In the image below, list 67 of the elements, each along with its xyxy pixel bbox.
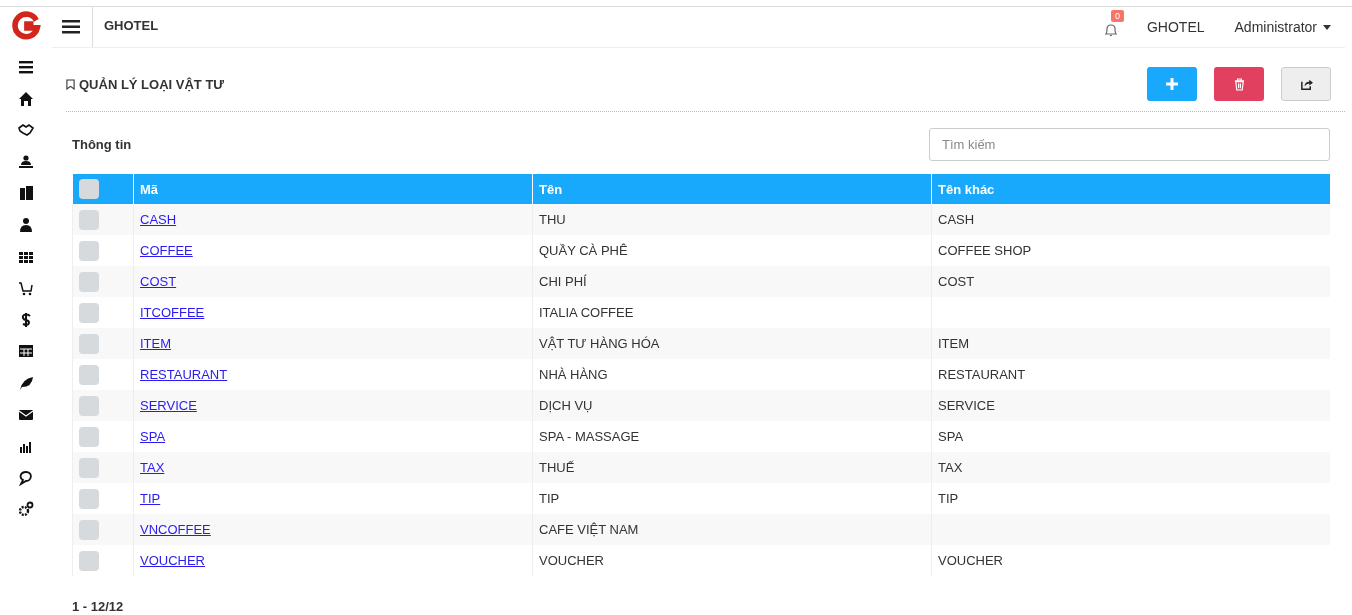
row-checkbox[interactable] bbox=[79, 488, 99, 509]
user-menu[interactable]: Administrator bbox=[1234, 19, 1345, 35]
panel-title: Thông tin bbox=[72, 137, 132, 152]
logo-icon[interactable] bbox=[11, 11, 41, 41]
notification-badge: 0 bbox=[1110, 9, 1124, 22]
code-link[interactable]: CASH bbox=[140, 212, 177, 227]
row-checkbox[interactable] bbox=[79, 271, 99, 292]
trash-icon bbox=[1233, 77, 1245, 91]
export-button[interactable] bbox=[1281, 67, 1331, 101]
table-cell: COST bbox=[931, 266, 1330, 297]
code-link[interactable]: RESTAURANT bbox=[140, 367, 228, 382]
chat-icon[interactable] bbox=[18, 469, 34, 486]
code-link[interactable]: ITEM bbox=[140, 336, 172, 351]
table-icon[interactable] bbox=[18, 343, 34, 360]
row-checkbox[interactable] bbox=[79, 364, 99, 385]
table-cell: VẬT TƯ HÀNG HÓA bbox=[532, 328, 932, 359]
app-name: GHOTEL bbox=[92, 7, 159, 47]
bookmark-icon bbox=[66, 78, 75, 90]
person-icon[interactable] bbox=[18, 216, 34, 233]
delete-button[interactable] bbox=[1214, 67, 1264, 101]
plus-icon bbox=[1166, 78, 1178, 90]
person-desk-icon[interactable] bbox=[18, 153, 34, 170]
column-header: Tên khác bbox=[931, 174, 1330, 204]
table-cell: CASH bbox=[931, 204, 1330, 235]
code-link[interactable]: COST bbox=[140, 274, 177, 289]
row-checkbox[interactable] bbox=[79, 240, 99, 261]
caret-icon bbox=[1323, 24, 1331, 30]
code-link[interactable]: SPA bbox=[140, 429, 166, 444]
row-checkbox[interactable] bbox=[79, 333, 99, 354]
bell-icon[interactable] bbox=[1102, 21, 1119, 38]
row-checkbox[interactable] bbox=[79, 550, 99, 571]
add-button[interactable] bbox=[1147, 67, 1197, 101]
code-link[interactable]: ITCOFFEE bbox=[140, 305, 205, 320]
table-cell: CHI PHÍ bbox=[532, 266, 932, 297]
table-cell: DỊCH VỤ bbox=[532, 390, 932, 421]
column-header: Tên bbox=[532, 174, 932, 204]
table-cell: VOUCHER bbox=[532, 545, 932, 576]
share-icon bbox=[1299, 77, 1313, 91]
row-checkbox[interactable] bbox=[79, 426, 99, 447]
table-cell: CAFE VIỆT NAM bbox=[532, 514, 932, 545]
code-link[interactable]: TIP bbox=[140, 491, 161, 506]
code-link[interactable]: COFFEE bbox=[140, 243, 193, 258]
row-checkbox[interactable] bbox=[79, 302, 99, 323]
menu-icon[interactable] bbox=[18, 59, 34, 75]
cart-icon[interactable] bbox=[18, 280, 34, 297]
leaf-icon[interactable] bbox=[18, 374, 34, 391]
table-cell: THU bbox=[532, 204, 932, 235]
table-cell: THUẾ bbox=[532, 452, 932, 483]
column-header: Mã bbox=[133, 174, 533, 204]
table-cell: TAX bbox=[931, 452, 1330, 483]
hotel-name[interactable]: GHOTEL bbox=[1146, 19, 1205, 35]
row-checkbox[interactable] bbox=[79, 457, 99, 478]
row-checkbox[interactable] bbox=[79, 395, 99, 416]
code-link[interactable]: VOUCHER bbox=[140, 553, 205, 568]
home-icon[interactable] bbox=[18, 90, 34, 107]
search-field[interactable]: Tìm kiếm bbox=[929, 128, 1330, 161]
page-title: QUẢN LÝ LOẠI VẬT TƯ bbox=[79, 76, 225, 92]
row-checkbox[interactable] bbox=[79, 519, 99, 540]
code-link[interactable]: VNCOFFEE bbox=[140, 522, 211, 537]
code-link[interactable]: TAX bbox=[140, 460, 165, 475]
code-link[interactable]: SERVICE bbox=[140, 398, 197, 413]
table-cell: ITEM bbox=[931, 328, 1330, 359]
table-cell: SERVICE bbox=[931, 390, 1330, 421]
select-all-checkbox[interactable] bbox=[79, 179, 99, 199]
row-checkbox[interactable] bbox=[79, 209, 99, 230]
pagination-info: 1 - 12/12 bbox=[72, 599, 125, 614]
table-cell: VOUCHER bbox=[931, 545, 1330, 576]
